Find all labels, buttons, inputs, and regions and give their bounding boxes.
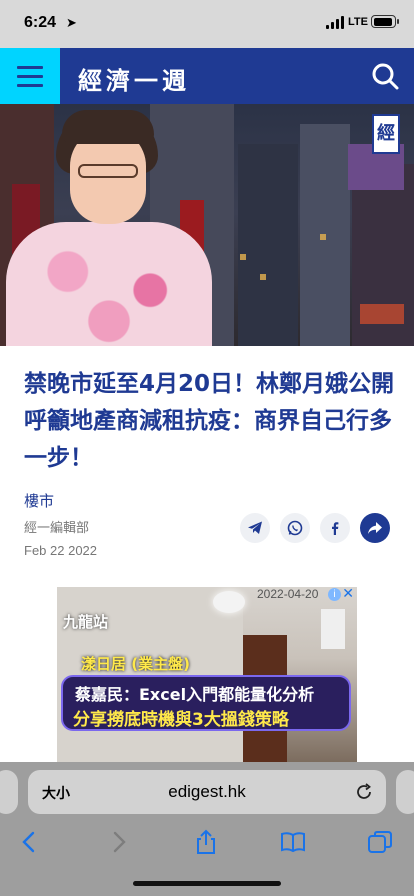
share-icon[interactable] (192, 828, 220, 856)
url-text[interactable]: edigest.hk (28, 782, 386, 802)
more-share-button[interactable] (360, 513, 390, 543)
ceiling-lamp (213, 591, 245, 613)
site-header: 經濟一週 (0, 48, 414, 104)
back-icon[interactable] (16, 828, 44, 856)
ad-station-label: 九龍站 (63, 613, 109, 631)
article-category-link[interactable]: 樓市 (24, 490, 54, 511)
ad-close-icon[interactable]: ✕ (342, 587, 354, 602)
search-icon[interactable] (370, 61, 400, 91)
ad-date: 2022-04-20 (257, 587, 319, 601)
status-bar: 6:24 ➤ LTE (0, 0, 414, 48)
person-figure (6, 222, 212, 346)
whatsapp-share-button[interactable] (280, 513, 310, 543)
ad-headline-banner: 蔡嘉民：Excel入門都能量化分析 分享撈底時機與3大搵錢策略 (61, 675, 351, 731)
article-title: 禁晚市延至4月20日！林鄭月娥公開呼籲地產商減租抗疫：商界自己行多一步！ (24, 371, 395, 471)
location-arrow-icon: ➤ (66, 15, 77, 30)
air-conditioner (321, 609, 345, 649)
adchoices-icon[interactable]: i (328, 588, 341, 601)
advertisement-banner[interactable]: 2022-04-20 i ✕ 九龍站 漾日居 (業主盤) 蔡嘉民：Excel入門… (57, 587, 357, 765)
next-tab-peek[interactable] (396, 770, 414, 814)
share-arrow-icon (368, 522, 382, 534)
cellular-signal-icon (326, 16, 344, 29)
battery-icon (371, 15, 399, 28)
home-indicator[interactable] (133, 881, 281, 886)
address-bar[interactable]: 大小 edigest.hk (28, 770, 386, 814)
ad-estate-label: 漾日居 (業主盤) (81, 655, 190, 673)
bookmarks-icon[interactable] (279, 828, 307, 856)
article-author: 經一編輯部 (24, 521, 90, 536)
glasses-icon (78, 164, 138, 178)
tabs-icon[interactable] (366, 828, 394, 856)
article-date: Feb 22 2022 (24, 543, 98, 558)
facebook-icon (332, 522, 339, 535)
brand-badge: 經 (372, 114, 400, 154)
ad-headline-2: 分享撈底時機與3大搵錢策略 (73, 710, 289, 730)
network-type: LTE (348, 16, 368, 28)
whatsapp-icon (287, 520, 303, 536)
browser-toolbar: 大小 edigest.hk (0, 762, 414, 896)
telegram-share-button[interactable] (240, 513, 270, 543)
forward-icon[interactable] (104, 828, 132, 856)
status-time: 6:24 (24, 14, 57, 31)
telegram-icon (248, 521, 262, 534)
hero-image: 經 (0, 104, 414, 346)
previous-tab-peek[interactable] (0, 770, 18, 814)
ad-headline-1: 蔡嘉民：Excel入門都能量化分析 (75, 685, 315, 704)
site-logo[interactable]: 經濟一週 (78, 61, 190, 96)
hamburger-menu-icon[interactable] (0, 48, 60, 104)
facebook-share-button[interactable] (320, 513, 350, 543)
reload-icon[interactable] (354, 782, 374, 802)
